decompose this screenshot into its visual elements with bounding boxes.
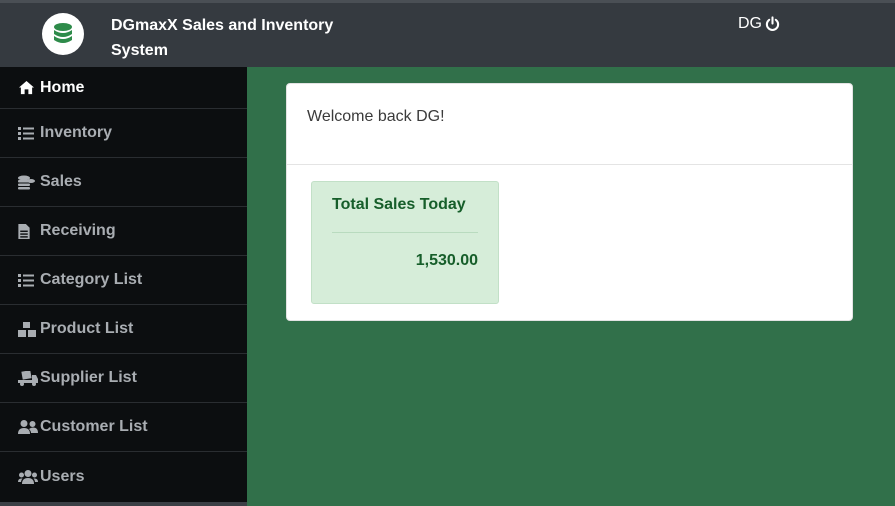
sidebar-item-label: Receiving [40,222,116,239]
sidebar: Home Inventory Sales Receiving Category … [0,67,247,506]
sidebar-item-label: Sales [40,173,82,190]
list-icon [18,126,38,140]
user-menu: DG [738,15,780,33]
truck-icon [18,370,38,386]
sidebar-item-label: Home [40,78,85,96]
boxes-icon [18,321,38,337]
stat-title: Total Sales Today [332,196,478,233]
database-icon [54,23,72,43]
sidebar-scrollbar[interactable] [0,502,247,506]
sidebar-item-home[interactable]: Home [0,67,247,109]
users-icon [18,469,38,484]
stat-value: 1,530.00 [415,252,478,269]
sidebar-item-inventory[interactable]: Inventory [0,109,247,158]
logo [42,13,84,55]
sidebar-item-sales[interactable]: Sales [0,158,247,207]
coins-icon [18,175,38,190]
power-icon[interactable] [765,16,780,32]
sidebar-item-supplier-list[interactable]: Supplier List [0,354,247,403]
sidebar-item-category-list[interactable]: Category List [0,256,247,305]
sidebar-item-receiving[interactable]: Receiving [0,207,247,256]
user-initials: DG [738,15,762,32]
user-friends-icon [18,420,38,434]
home-icon [18,80,38,95]
total-sales-today-box: Total Sales Today 1,530.00 [311,181,499,304]
sidebar-item-label: Category List [40,271,143,288]
file-icon [18,223,38,239]
sidebar-item-label: Supplier List [40,369,137,386]
sidebar-item-product-list[interactable]: Product List [0,305,247,354]
dashboard-card: Welcome back DG! Total Sales Today 1,530… [286,83,853,321]
sidebar-item-label: Inventory [40,124,113,141]
sidebar-item-label: Customer List [40,418,148,435]
top-navbar: DGmaxX Sales and Inventory System DG [0,0,895,67]
list-icon [18,273,38,287]
sidebar-item-label: Product List [40,320,134,337]
sidebar-item-label: Users [40,467,85,485]
app-title: DGmaxX Sales and Inventory System [111,17,334,59]
welcome-message: Welcome back DG! [287,84,852,165]
sidebar-item-customer-list[interactable]: Customer List [0,403,247,452]
sidebar-item-users[interactable]: Users [0,452,247,501]
